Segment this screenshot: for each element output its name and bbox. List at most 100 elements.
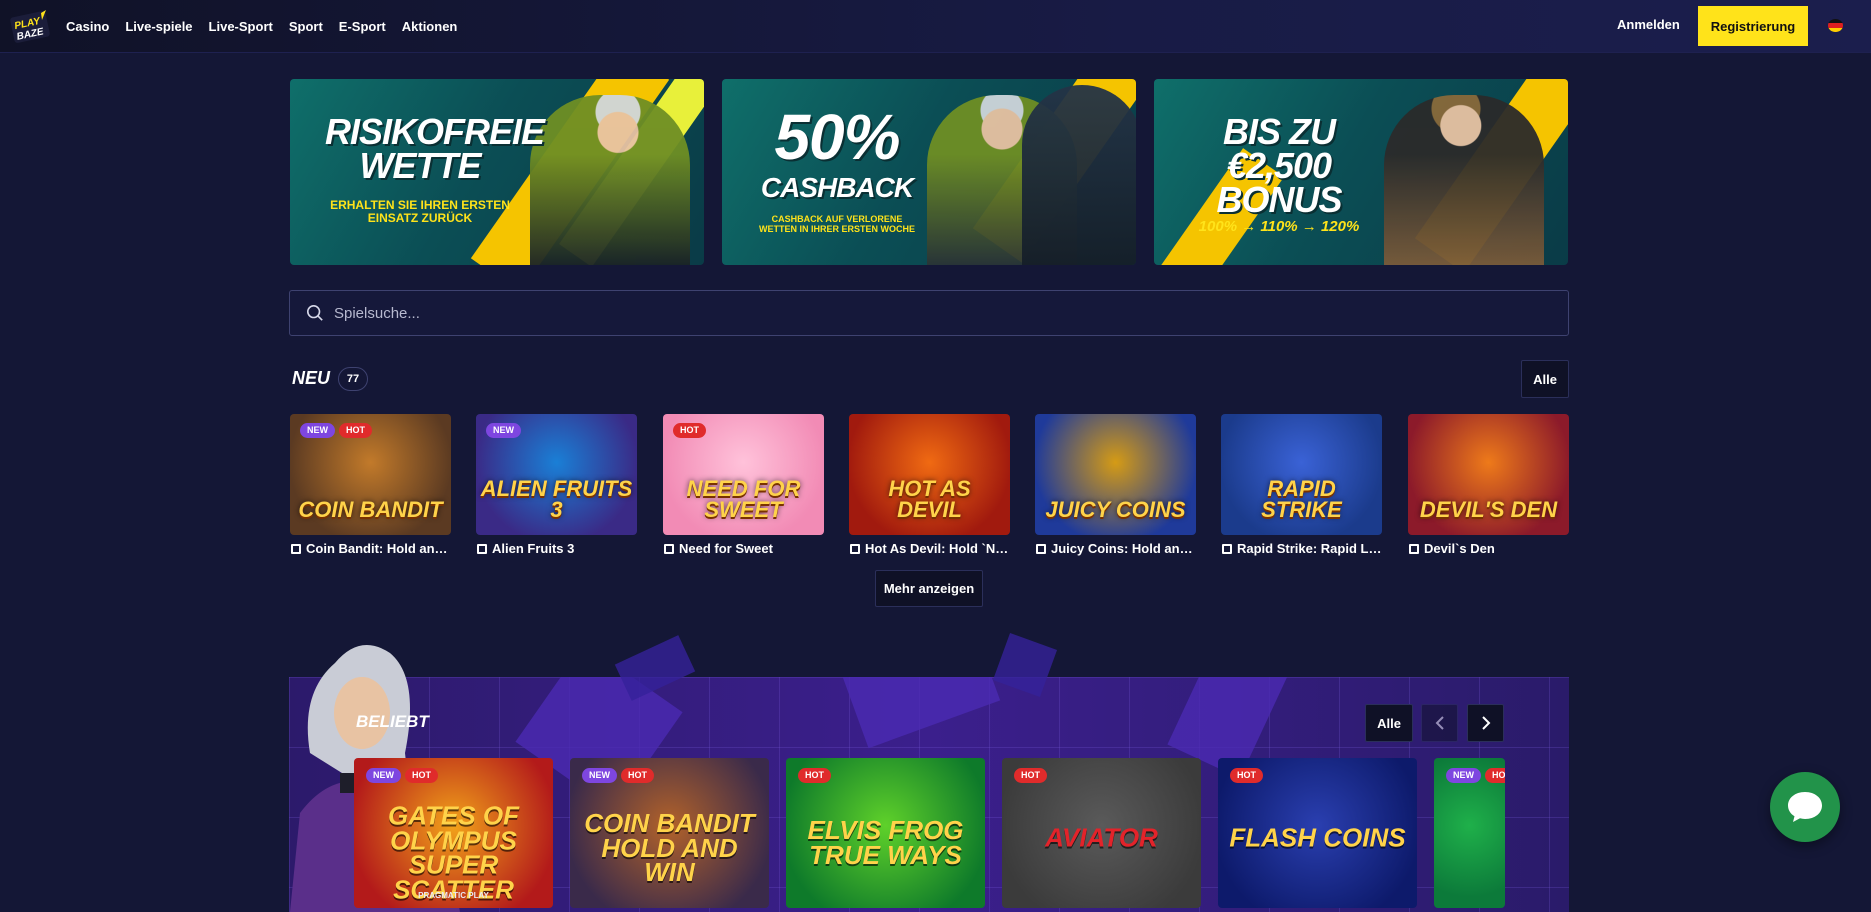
game-name-row: Juicy Coins: Hold and ...: [1035, 541, 1196, 556]
provider-label: PRAGMATIC PLAY: [418, 891, 489, 900]
chevron-right-icon: [1481, 716, 1490, 730]
game-art-title: FLASH COINS: [1229, 822, 1406, 853]
popular-game-card[interactable]: Aviator HOT: [1002, 758, 1201, 908]
game-art-title: RAPID STRIKE: [1261, 476, 1342, 523]
provider-icon: [850, 543, 860, 554]
hot-badge: HOT: [1230, 768, 1263, 783]
game-art-title: COIN BANDIT HOLD AND WIN: [584, 807, 755, 888]
popular-game-card[interactable]: GATES OF OLYMPUS SUPER SCATTER PRAGMATIC …: [354, 758, 553, 908]
chevron-left-icon: [1435, 716, 1444, 730]
game-name[interactable]: Coin Bandit: Hold and ...: [306, 541, 451, 556]
provider-icon: [1036, 543, 1046, 554]
game-name[interactable]: Alien Fruits 3: [492, 541, 574, 556]
game-name[interactable]: Hot As Devil: Hold `N` L...: [865, 541, 1010, 556]
game-thumbnail[interactable]: JUICY COINS: [1035, 414, 1196, 535]
game-art-title: ALIEN FRUITS 3: [480, 476, 633, 523]
german-flag-icon[interactable]: [1828, 19, 1843, 32]
promo-banner-risk-free[interactable]: RISIKOFREIE WETTE ERHALTEN SIE IHREN ERS…: [290, 79, 704, 265]
new-badge: NEW: [486, 423, 521, 438]
hot-badge: HOT: [339, 423, 372, 438]
game-name-row: Coin Bandit: Hold and ...: [290, 541, 451, 556]
new-badge: NEW: [1446, 768, 1481, 783]
new-badge: NEW: [300, 423, 335, 438]
game-name[interactable]: Juicy Coins: Hold and ...: [1051, 541, 1196, 556]
game-art-title: JUICY COINS: [1045, 497, 1186, 523]
game-card[interactable]: RAPID STRIKE Rapid Strike: Rapid Link: [1221, 414, 1382, 556]
popular-game-card[interactable]: ELVIS FROG TRUE WAYS HOT: [786, 758, 985, 908]
search-input[interactable]: [324, 291, 1568, 335]
provider-icon: [1222, 543, 1232, 554]
new-badge: NEW: [582, 768, 617, 783]
banner-subtext: 100% → 110% → 120%: [1198, 218, 1360, 235]
game-search: [289, 290, 1569, 336]
hot-badge: HOT: [1485, 768, 1505, 783]
game-art-title: NEED FOR SWEET: [686, 476, 801, 523]
game-thumbnail[interactable]: HOT AS DEVIL: [849, 414, 1010, 535]
game-name-row: Need for Sweet: [663, 541, 824, 556]
section-title-popular: BELIEBT: [356, 712, 429, 731]
game-thumbnail[interactable]: ALIEN FRUITS 3 NEW: [476, 414, 637, 535]
game-art-title: COIN BANDIT: [298, 497, 443, 523]
live-chat-button[interactable]: [1770, 772, 1840, 842]
login-link[interactable]: Anmelden: [1617, 17, 1680, 32]
promo-banner-bonus[interactable]: BIS ZU €2,500 BONUS 100% → 110% → 120%: [1154, 79, 1568, 265]
game-name[interactable]: Need for Sweet: [679, 541, 773, 556]
section-title-new: NEU: [292, 368, 331, 388]
game-name-row: Devil`s Den: [1408, 541, 1569, 556]
game-name-row: Alien Fruits 3: [476, 541, 637, 556]
game-card[interactable]: ALIEN FRUITS 3 NEW Alien Fruits 3: [476, 414, 637, 556]
new-count-badge: 77: [338, 367, 368, 391]
provider-icon: [477, 543, 487, 554]
promo-banner-cashback[interactable]: 50% CASHBACK CASHBACK AUF VERLORENE WETT…: [722, 79, 1136, 265]
game-card[interactable]: NEED FOR SWEET HOT Need for Sweet: [663, 414, 824, 556]
banner-headline: BIS ZU €2,500 BONUS: [1216, 111, 1342, 221]
game-art-title: Aviator: [1045, 822, 1158, 853]
main-nav: Casino Live-spiele Live-Sport Sport E-Sp…: [66, 0, 473, 53]
game-thumbnail[interactable]: NEED FOR SWEET HOT: [663, 414, 824, 535]
game-name[interactable]: Devil`s Den: [1424, 541, 1495, 556]
new-all-button[interactable]: Alle: [1521, 360, 1569, 398]
game-card[interactable]: COIN BANDIT NEW HOT Coin Bandit: Hold and .…: [290, 414, 451, 556]
provider-icon: [291, 543, 301, 554]
banner-headline: CASHBACK: [760, 172, 914, 203]
game-art-title: ELVIS FROG TRUE WAYS: [807, 815, 964, 870]
popular-game-card[interactable]: NEW HOT: [1434, 758, 1505, 908]
game-name[interactable]: Rapid Strike: Rapid Link: [1237, 541, 1382, 556]
nav-sport[interactable]: Sport: [289, 19, 323, 34]
game-art-title: DEVIL'S DEN: [1419, 497, 1558, 523]
banner-headline-big: 50%: [774, 101, 900, 173]
playbaze-logo[interactable]: PLAY BAZE: [8, 8, 52, 44]
game-art-title: GATES OF OLYMPUS SUPER SCATTER: [388, 800, 519, 905]
nav-casino[interactable]: Casino: [66, 19, 109, 34]
provider-icon: [1409, 543, 1419, 554]
hot-badge: HOT: [405, 768, 438, 783]
nav-live-sport[interactable]: Live-Sport: [209, 19, 273, 34]
game-thumbnail[interactable]: DEVIL'S DEN: [1408, 414, 1569, 535]
carousel-prev-button[interactable]: [1421, 704, 1458, 742]
show-more-button[interactable]: Mehr anzeigen: [875, 570, 983, 607]
nav-live-spiele[interactable]: Live-spiele: [125, 19, 192, 34]
game-card[interactable]: HOT AS DEVIL Hot As Devil: Hold `N` L...: [849, 414, 1010, 556]
register-button[interactable]: Registrierung: [1698, 6, 1808, 46]
game-name-row: Hot As Devil: Hold `N` L...: [849, 541, 1010, 556]
game-card[interactable]: DEVIL'S DEN Devil`s Den: [1408, 414, 1569, 556]
hot-badge: HOT: [1014, 768, 1047, 783]
nav-e-sport[interactable]: E-Sport: [339, 19, 386, 34]
search-icon: [306, 304, 323, 321]
game-thumbnail[interactable]: COIN BANDIT NEW HOT: [290, 414, 451, 535]
popular-game-card[interactable]: COIN BANDIT HOLD AND WIN NEW HOT: [570, 758, 769, 908]
chat-bubble-icon: [1788, 792, 1822, 822]
nav-aktionen[interactable]: Aktionen: [402, 19, 458, 34]
hot-badge: HOT: [673, 423, 706, 438]
popular-game-card[interactable]: FLASH COINS HOT: [1218, 758, 1417, 908]
game-thumbnail[interactable]: RAPID STRIKE: [1221, 414, 1382, 535]
game-card[interactable]: JUICY COINS Juicy Coins: Hold and ...: [1035, 414, 1196, 556]
top-header: PLAY BAZE Casino Live-spiele Live-Sport …: [0, 0, 1871, 53]
popular-all-button[interactable]: Alle: [1365, 704, 1413, 742]
new-badge: NEW: [366, 768, 401, 783]
carousel-next-button[interactable]: [1467, 704, 1504, 742]
banner-subtext: ERHALTEN SIE IHREN ERSTEN EINSATZ ZURÜCK: [330, 198, 510, 226]
banner-subtext: CASHBACK AUF VERLORENE WETTEN IN IHRER E…: [758, 214, 915, 234]
hot-badge: HOT: [798, 768, 831, 783]
hot-badge: HOT: [621, 768, 654, 783]
